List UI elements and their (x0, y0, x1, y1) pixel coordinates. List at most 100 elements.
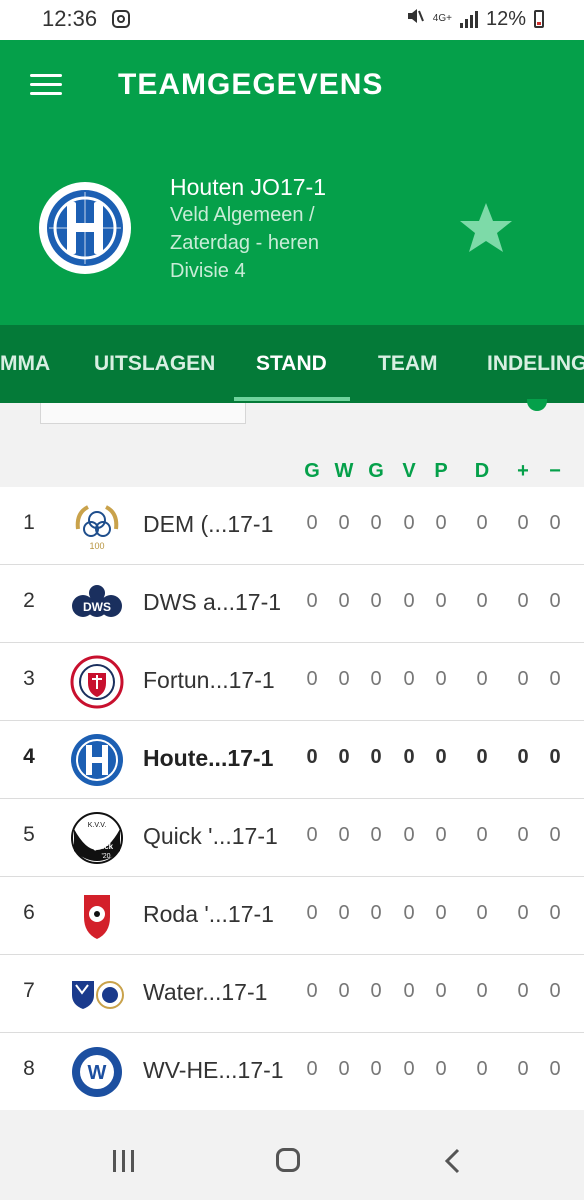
table-row[interactable]: 8 W WV-HE...17-1 0 0 0 0 0 0 0 0 (0, 1033, 584, 1111)
stat-draw: 0 (370, 590, 382, 612)
stat-goals-against: 0 (549, 746, 561, 768)
favorite-star-icon[interactable] (458, 200, 514, 256)
system-nav-bar (0, 1110, 584, 1200)
stat-played: 0 (306, 668, 318, 690)
stat-won: 0 (338, 902, 350, 924)
stat-lost: 0 (403, 980, 415, 1002)
stat-lost: 0 (403, 668, 415, 690)
status-icons: 4G+ 12% (405, 6, 544, 32)
stat-draw: 0 (370, 512, 382, 534)
tab-uitslagen[interactable]: UITSLAGEN (94, 352, 215, 376)
col-points: P (434, 460, 448, 482)
stat-goals-for: 0 (517, 980, 529, 1002)
stat-won: 0 (338, 590, 350, 612)
home-icon[interactable] (276, 1148, 300, 1172)
row-position: 3 (23, 667, 35, 690)
battery-icon (534, 10, 544, 28)
stat-played: 0 (306, 746, 318, 768)
signal-icon (459, 10, 478, 28)
stat-goal-diff: 0 (476, 1058, 488, 1080)
stat-played: 0 (306, 1058, 318, 1080)
stat-goals-against: 0 (549, 1058, 561, 1080)
stat-goals-for: 0 (517, 1058, 529, 1080)
team-division: Divisie 4 (170, 260, 246, 282)
status-time: 12:36 (42, 6, 98, 31)
stat-goal-diff: 0 (476, 512, 488, 534)
stat-lost: 0 (403, 746, 415, 768)
mute-icon (405, 6, 425, 32)
stat-goals-for: 0 (517, 512, 529, 534)
team-name-cell: DWS a...17-1 (143, 589, 282, 615)
col-won: W (334, 460, 354, 482)
dem-logo-icon: 100 (70, 499, 124, 553)
status-bar: 12:36 4G+ 12% (0, 0, 584, 40)
table-row[interactable]: 2 DWS DWS a...17-1 0 0 0 0 0 0 0 0 (0, 565, 584, 643)
team-name-cell: Quick '...17-1 (143, 823, 278, 849)
recent-apps-icon[interactable] (113, 1150, 139, 1172)
fortuna-logo-icon (70, 655, 124, 709)
stat-points: 0 (435, 824, 447, 846)
row-position: 4 (23, 745, 35, 768)
stat-goal-diff: 0 (476, 902, 488, 924)
row-position: 8 (23, 1057, 35, 1080)
svg-text:100: 100 (89, 541, 104, 551)
stat-played: 0 (306, 590, 318, 612)
table-row[interactable]: 5 K.V.V. Quick '20 Quick '...17-1 0 0 0 … (0, 799, 584, 877)
team-logo (39, 182, 131, 274)
stat-won: 0 (338, 746, 350, 768)
stat-goals-for: 0 (517, 902, 529, 924)
team-header: TEAMGEGEVENS Houten JO17-1 Veld Algemeen… (0, 40, 584, 325)
row-position: 1 (23, 511, 35, 534)
period-selector[interactable] (40, 403, 246, 424)
stat-points: 0 (435, 1058, 447, 1080)
quick-logo-icon: K.V.V. Quick '20 (70, 811, 124, 865)
dws-logo-icon: DWS (70, 577, 124, 631)
stat-goals-against: 0 (549, 980, 561, 1002)
stat-points: 0 (435, 590, 447, 612)
col-played: G (304, 460, 320, 482)
menu-icon[interactable] (30, 74, 62, 96)
active-tab-indicator (234, 397, 350, 401)
table-row[interactable]: 6 Roda '...17-1 0 0 0 0 0 0 0 0 (0, 877, 584, 955)
stat-goals-for: 0 (517, 824, 529, 846)
table-row[interactable]: 7 Water...17-1 0 0 0 0 0 0 0 0 (0, 955, 584, 1033)
standings-table: 1 100 DEM (...17-1 0 0 0 0 0 0 0 0 2 DWS… (0, 487, 584, 1111)
toggle-indicator[interactable] (527, 399, 547, 411)
stat-goal-diff: 0 (476, 590, 488, 612)
stat-goals-for: 0 (517, 590, 529, 612)
row-position: 5 (23, 823, 35, 846)
stat-won: 0 (338, 668, 350, 690)
stat-points: 0 (435, 902, 447, 924)
row-position: 2 (23, 589, 35, 612)
table-row[interactable]: 3 Fortun...17-1 0 0 0 0 0 0 0 0 (0, 643, 584, 721)
svg-text:W: W (88, 1062, 107, 1084)
stat-goal-diff: 0 (476, 746, 488, 768)
table-row[interactable]: 1 100 DEM (...17-1 0 0 0 0 0 0 0 0 (0, 487, 584, 565)
stat-played: 0 (306, 824, 318, 846)
stat-won: 0 (338, 980, 350, 1002)
stat-draw: 0 (370, 902, 382, 924)
stat-points: 0 (435, 668, 447, 690)
tab-indeling[interactable]: INDELING (487, 352, 584, 376)
stat-draw: 0 (370, 746, 382, 768)
stat-won: 0 (338, 1058, 350, 1080)
stat-draw: 0 (370, 980, 382, 1002)
team-day: Zaterdag - heren (170, 232, 319, 254)
stat-played: 0 (306, 512, 318, 534)
table-row-own-team[interactable]: 4 Houte...17-1 0 0 0 0 0 0 0 0 (0, 721, 584, 799)
tab-programma[interactable]: MMA (0, 352, 50, 376)
svg-text:DWS: DWS (83, 600, 111, 614)
col-lost: V (402, 460, 416, 482)
tab-team[interactable]: TEAM (378, 352, 438, 376)
stat-won: 0 (338, 512, 350, 534)
back-icon[interactable] (443, 1148, 463, 1174)
stat-goals-against: 0 (549, 590, 561, 612)
row-position: 6 (23, 901, 35, 924)
team-category: Veld Algemeen / (170, 204, 315, 226)
tab-stand[interactable]: STAND (256, 352, 327, 376)
roda-logo-icon (70, 889, 124, 943)
col-goals-for: + (517, 460, 529, 482)
row-position: 7 (23, 979, 35, 1002)
page-title: TEAMGEGEVENS (118, 68, 384, 101)
stat-goals-against: 0 (549, 902, 561, 924)
